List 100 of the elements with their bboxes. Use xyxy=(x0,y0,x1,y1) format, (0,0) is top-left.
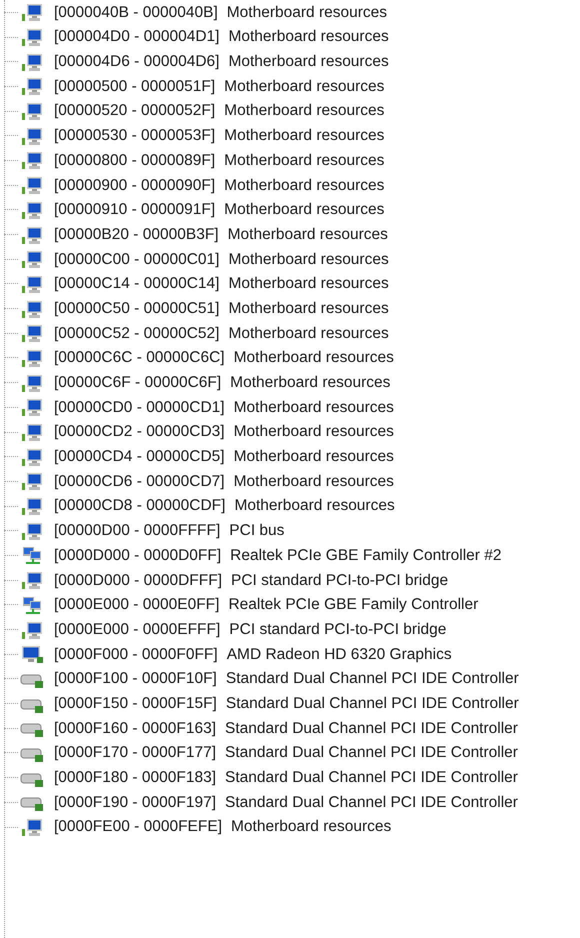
drive-icon xyxy=(20,699,43,713)
computer-icon xyxy=(22,78,42,96)
address-range: [0000F100 - 0000F10F] xyxy=(54,669,217,690)
computer-icon xyxy=(22,103,42,120)
device-name: Standard Dual Channel PCI IDE Controller xyxy=(225,768,518,788)
device-name: Realtek PCIe GBE Family Controller xyxy=(228,595,478,616)
computer-icon xyxy=(22,29,42,46)
computer-icon xyxy=(22,202,42,219)
computer-icon xyxy=(22,251,42,268)
address-range: [0000F000 - 0000F0FF] xyxy=(54,644,218,665)
device-name: Standard Dual Channel PCI IDE Controller xyxy=(225,792,518,813)
computer-icon xyxy=(22,325,42,342)
computer-icon xyxy=(22,350,42,367)
address-range: [0000F150 - 0000F15F] xyxy=(54,694,217,714)
device-name: Standard Dual Channel PCI IDE Controller xyxy=(226,669,519,690)
address-range: [00000520 - 0000052F] xyxy=(54,101,216,122)
computer-icon xyxy=(22,152,42,170)
device-name: Standard Dual Channel PCI IDE Controller xyxy=(226,694,519,714)
network-computers-icon xyxy=(23,547,41,564)
computer-icon xyxy=(22,572,42,590)
address-range: [00000CD4 - 00000CD5] xyxy=(54,447,225,468)
device-name: PCI standard PCI-to-PCI bridge xyxy=(231,570,448,591)
drive-icon xyxy=(20,798,43,812)
device-name: Motherboard resources xyxy=(234,447,394,468)
device-name: Motherboard resources xyxy=(234,472,394,492)
computer-icon xyxy=(22,399,42,416)
device-name: Motherboard resources xyxy=(226,2,387,23)
device-name: Motherboard resources xyxy=(234,398,394,418)
device-name: Motherboard resources xyxy=(234,348,394,368)
address-range: [0000E000 - 0000E0FF] xyxy=(54,595,220,616)
address-range: [0000D000 - 0000DFFF] xyxy=(54,570,222,591)
address-range: [00000800 - 0000089F] xyxy=(54,150,216,171)
computer-icon xyxy=(22,448,42,466)
device-name: Motherboard resources xyxy=(230,373,390,394)
address-range: [00000CD8 - 00000CDF] xyxy=(54,496,226,516)
device-name: Motherboard resources xyxy=(228,274,389,294)
address-range: [00000CD0 - 00000CD1] xyxy=(54,398,225,418)
computer-icon xyxy=(22,4,42,22)
drive-icon xyxy=(20,674,43,688)
address-range: [00000C6C - 00000C6C] xyxy=(54,348,225,368)
device-name: Motherboard resources xyxy=(228,298,389,319)
device-name: Motherboard resources xyxy=(234,496,395,516)
drive-icon xyxy=(20,724,43,738)
device-name: Motherboard resources xyxy=(228,52,389,72)
computer-icon xyxy=(22,177,42,194)
device-name: Motherboard resources xyxy=(228,27,389,48)
address-range: [00000C14 - 00000C14] xyxy=(54,274,220,294)
computer-icon xyxy=(22,226,42,244)
address-range: [0000040B - 0000040B] xyxy=(54,2,218,23)
computer-icon xyxy=(22,522,42,540)
address-range: [0000D000 - 0000D0FF] xyxy=(54,546,222,566)
address-range: [00000C52 - 00000C52] xyxy=(54,324,220,344)
address-range: [000004D6 - 000004D6] xyxy=(54,52,220,72)
computer-icon xyxy=(22,819,42,836)
monitor-icon xyxy=(22,646,43,664)
address-range: [00000CD6 - 00000CD7] xyxy=(54,472,225,492)
computer-icon xyxy=(22,498,42,516)
address-range: [00000C50 - 00000C51] xyxy=(54,298,220,319)
device-name: Motherboard resources xyxy=(231,817,392,838)
computer-icon xyxy=(22,473,42,490)
device-name: Standard Dual Channel PCI IDE Controller xyxy=(225,743,518,764)
address-range: [0000F180 - 0000F183] xyxy=(54,768,216,788)
address-range: [0000E000 - 0000EFFF] xyxy=(54,620,220,640)
drive-icon xyxy=(20,773,43,787)
address-range: [00000C6F - 00000C6F] xyxy=(54,373,222,394)
address-range: [0000F170 - 0000F177] xyxy=(54,743,216,764)
computer-icon xyxy=(22,622,42,639)
device-name: Standard Dual Channel PCI IDE Controller xyxy=(225,718,518,739)
drive-icon xyxy=(20,748,43,762)
address-range: [00000900 - 0000090F] xyxy=(54,176,216,196)
computer-icon xyxy=(22,128,42,145)
address-range: [0000FE00 - 0000FEFE] xyxy=(54,817,222,838)
address-range: [00000CD2 - 00000CD3] xyxy=(54,422,225,442)
address-range: [0000F160 - 0000F163] xyxy=(54,718,216,739)
computer-icon xyxy=(22,300,42,318)
device-name: Motherboard resources xyxy=(224,150,384,171)
address-range: [0000F190 - 0000F197] xyxy=(54,792,216,813)
device-name: Motherboard resources xyxy=(228,224,388,245)
device-name: Motherboard resources xyxy=(224,176,384,196)
computer-icon xyxy=(22,276,42,293)
device-name: Motherboard resources xyxy=(224,126,384,146)
device-name: PCI standard PCI-to-PCI bridge xyxy=(229,620,446,640)
device-name: Motherboard resources xyxy=(224,76,384,97)
device-name: Motherboard resources xyxy=(234,422,394,442)
device-name: PCI bus xyxy=(229,521,284,542)
address-range: [00000530 - 0000053F] xyxy=(54,126,216,146)
address-range: [00000910 - 0000091F] xyxy=(54,200,216,220)
address-range: [00000D00 - 0000FFFF] xyxy=(54,521,220,542)
computer-icon xyxy=(22,424,42,442)
device-name: Motherboard resources xyxy=(228,324,389,344)
device-name: Motherboard resources xyxy=(224,200,384,220)
device-name: Motherboard resources xyxy=(224,101,384,122)
address-range: [00000C00 - 00000C01] xyxy=(54,250,220,270)
device-name: Motherboard resources xyxy=(228,250,389,270)
address-range: [00000B20 - 00000B3F] xyxy=(54,224,219,245)
device-name: Realtek PCIe GBE Family Controller #2 xyxy=(230,546,502,566)
network-computers-icon xyxy=(23,596,41,614)
address-range: [00000500 - 0000051F] xyxy=(54,76,216,97)
address-range: [000004D0 - 000004D1] xyxy=(54,27,220,48)
computer-icon xyxy=(22,374,42,392)
